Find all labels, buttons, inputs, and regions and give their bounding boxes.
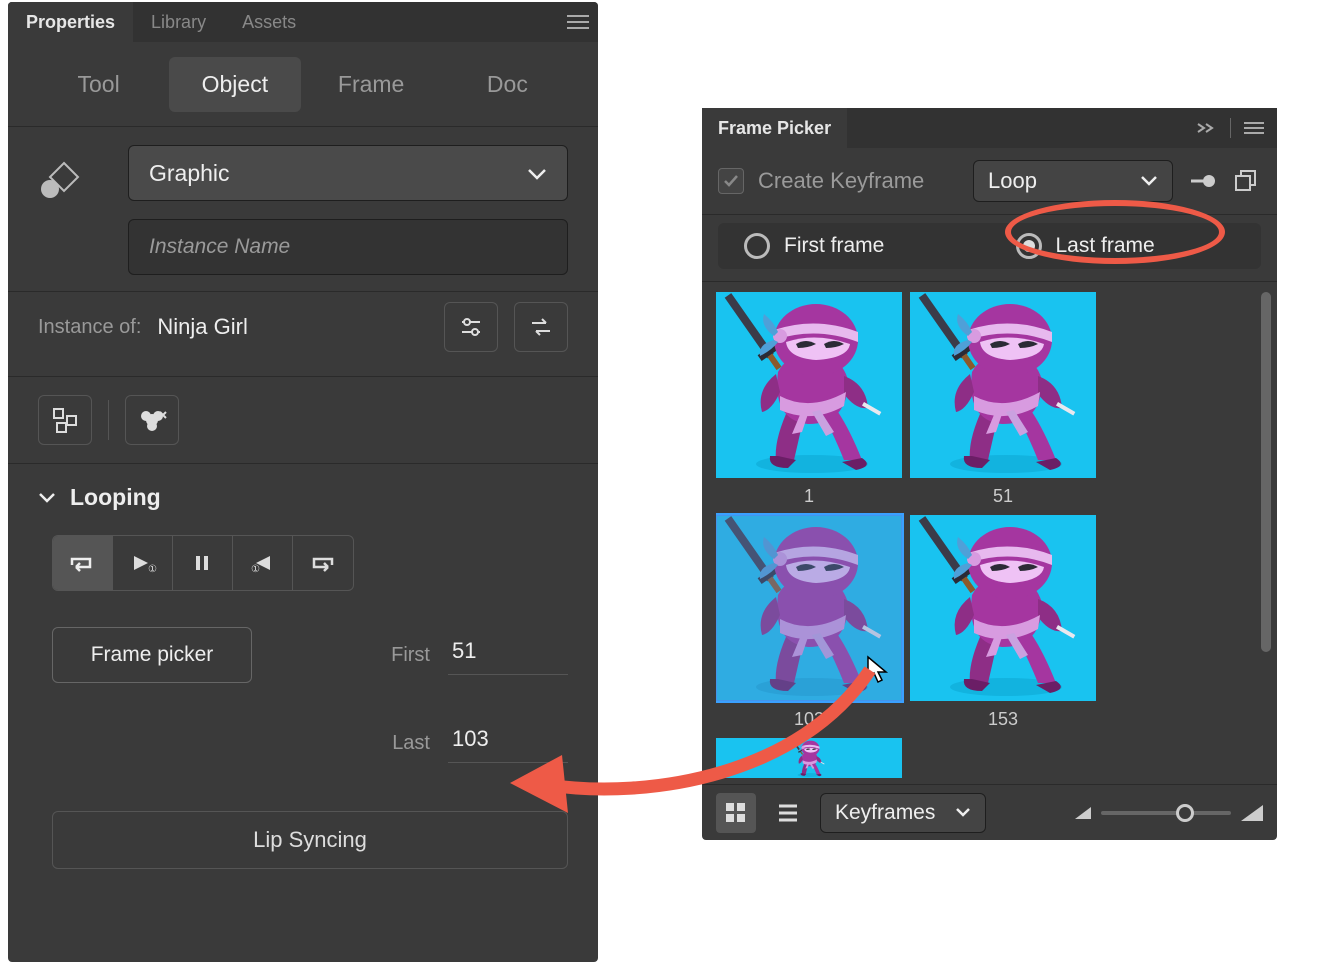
chevron-down-icon xyxy=(38,484,56,511)
mode-bar: Tool Object Frame Doc xyxy=(8,42,598,127)
large-size-icon xyxy=(1241,805,1263,821)
last-label: Last xyxy=(370,732,430,755)
frame-target-radiogroup: First frame Last frame xyxy=(718,223,1261,269)
panel-menu-icon[interactable] xyxy=(558,2,598,42)
frame-picker-button[interactable]: Frame picker xyxy=(52,627,252,683)
graphic-symbol-icon xyxy=(38,145,128,275)
svg-text:①: ① xyxy=(251,564,260,575)
play-once-button[interactable]: ① xyxy=(113,536,173,590)
frames-area: 1 51 103 153 xyxy=(702,282,1277,784)
create-keyframe-label: Create Keyframe xyxy=(758,168,924,194)
instance-of-label: Instance of: xyxy=(38,316,141,339)
instance-name-input[interactable]: Instance Name xyxy=(128,219,568,275)
loop-button[interactable] xyxy=(53,536,113,590)
mode-doc[interactable]: Doc xyxy=(442,57,573,112)
looping-section-header[interactable]: Looping xyxy=(8,464,598,525)
cursor-icon xyxy=(866,655,902,701)
toggle-icon[interactable] xyxy=(1187,166,1217,196)
separator xyxy=(108,400,109,440)
picker-loop-dropdown[interactable]: Loop xyxy=(973,160,1173,202)
loop-mode-buttons: ① ① xyxy=(52,535,354,591)
frame-thumbnail[interactable] xyxy=(716,515,902,701)
first-label: First xyxy=(370,644,430,667)
picker-footer: Keyframes xyxy=(702,784,1277,840)
slider-track[interactable] xyxy=(1101,811,1231,815)
reverse-once-button[interactable]: ① xyxy=(233,536,293,590)
radio-icon xyxy=(1016,233,1042,259)
quick-button-row xyxy=(8,377,598,464)
picker-tab[interactable]: Frame Picker xyxy=(702,108,847,148)
frame-number: 153 xyxy=(988,709,1018,730)
frame-number: 51 xyxy=(993,486,1013,507)
mode-tool[interactable]: Tool xyxy=(33,57,164,112)
frame-thumbnail[interactable] xyxy=(910,515,1096,701)
frame-cell: 153 xyxy=(910,515,1096,730)
panel-tabs: Properties Library Assets xyxy=(8,2,314,42)
picker-options-row: Create Keyframe Loop xyxy=(702,148,1277,215)
frame-cell: 1 xyxy=(716,292,902,507)
radio-icon xyxy=(744,233,770,259)
mode-object[interactable]: Object xyxy=(169,57,300,112)
mode-frame[interactable]: Frame xyxy=(306,57,437,112)
last-value-input[interactable]: 103 xyxy=(448,723,568,763)
tab-library[interactable]: Library xyxy=(133,2,224,42)
looping-label: Looping xyxy=(70,484,161,511)
frame-picker-panel: Frame Picker Create Keyframe Loop First … xyxy=(702,108,1277,840)
radio-first-label: First frame xyxy=(784,234,884,258)
frame-thumbnail[interactable] xyxy=(910,292,1096,478)
thumb-size-slider[interactable] xyxy=(998,805,1263,821)
frame-number: 1 xyxy=(804,486,814,507)
slider-knob[interactable] xyxy=(1176,804,1194,822)
reverse-loop-button[interactable] xyxy=(293,536,353,590)
instance-name-placeholder: Instance Name xyxy=(149,235,290,259)
instance-of-row: Instance of: Ninja Girl xyxy=(8,292,598,377)
picker-loop-value: Loop xyxy=(988,168,1037,194)
frames-grid: 1 51 103 153 xyxy=(716,292,1255,784)
panel-tabbar: Properties Library Assets xyxy=(8,2,598,42)
frame-thumbnail[interactable] xyxy=(716,292,902,478)
symbol-area: Graphic Instance Name xyxy=(8,127,598,292)
properties-panel: Properties Library Assets Tool Object Fr… xyxy=(8,2,598,962)
frame-picker-row: Frame picker First 51 xyxy=(52,627,568,683)
symbol-type-dropdown[interactable]: Graphic xyxy=(128,145,568,201)
frame-thumbnail[interactable] xyxy=(716,738,902,778)
grid-view-button[interactable] xyxy=(716,793,756,833)
instance-of-name: Ninja Girl xyxy=(157,314,428,340)
frame-cell xyxy=(716,738,902,778)
radio-last-label: Last frame xyxy=(1056,234,1155,258)
swap-symbol-button[interactable] xyxy=(444,302,498,352)
duplicate-icon[interactable] xyxy=(1231,166,1261,196)
break-apart-button[interactable] xyxy=(38,395,92,445)
picker-tabbar: Frame Picker xyxy=(702,108,1277,148)
frame-cell: 103 xyxy=(716,515,902,730)
frame-cell: 51 xyxy=(910,292,1096,507)
frame-number: 103 xyxy=(794,709,824,730)
tab-assets[interactable]: Assets xyxy=(224,2,314,42)
list-view-button[interactable] xyxy=(768,793,808,833)
effects-button[interactable] xyxy=(125,395,179,445)
radio-last-frame[interactable]: Last frame xyxy=(990,223,1262,269)
create-keyframe-checkbox[interactable] xyxy=(718,168,744,194)
picker-menu-icon[interactable] xyxy=(1239,113,1269,143)
svg-text:①: ① xyxy=(148,564,157,575)
picker-radio-row: First frame Last frame xyxy=(702,215,1277,282)
keyframes-filter-dropdown[interactable]: Keyframes xyxy=(820,793,986,833)
collapse-icon[interactable] xyxy=(1192,113,1222,143)
edit-symbol-button[interactable] xyxy=(514,302,568,352)
tab-properties[interactable]: Properties xyxy=(8,2,133,42)
small-size-icon xyxy=(1075,807,1091,819)
first-value-input[interactable]: 51 xyxy=(448,635,568,675)
lip-syncing-button[interactable]: Lip Syncing xyxy=(52,811,568,869)
scroll-thumb[interactable] xyxy=(1261,292,1271,652)
radio-first-frame[interactable]: First frame xyxy=(718,223,990,269)
scrollbar[interactable] xyxy=(1259,292,1273,784)
symbol-type-value: Graphic xyxy=(149,160,230,187)
chevron-down-icon xyxy=(527,160,547,187)
single-frame-button[interactable] xyxy=(173,536,233,590)
keyframes-filter-value: Keyframes xyxy=(835,801,935,825)
